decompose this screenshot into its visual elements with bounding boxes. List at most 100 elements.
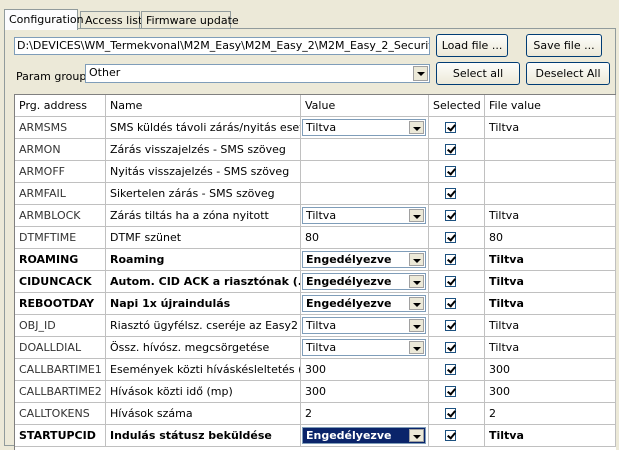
table-row[interactable]: ARMFAIL Sikertelen zárás - SMS szöveg <box>15 183 616 205</box>
table-row[interactable]: CIDUNCACK Autom. CID ACK a riasztónak (..… <box>15 271 616 293</box>
value-select[interactable]: Engedélyezve <box>302 273 426 290</box>
chevron-down-icon[interactable] <box>409 275 424 288</box>
value-select[interactable]: Tiltva <box>302 119 426 136</box>
cell-value[interactable]: Engedélyezve <box>301 249 429 271</box>
cell-selected <box>429 183 485 205</box>
table-row[interactable]: DOALLDIAL Össz. hívósz. megcsörgetése Tilt… <box>15 337 616 359</box>
chevron-down-icon[interactable] <box>409 429 424 442</box>
cell-file-value: Tiltva <box>485 117 616 139</box>
selected-checkbox[interactable] <box>445 210 456 221</box>
selected-checkbox[interactable] <box>445 364 456 375</box>
cell-prg-address: CALLBARTIME2 <box>15 381 106 403</box>
cell-prg-address: STARTUPCID <box>15 425 106 447</box>
table-row[interactable]: ARMOFF Nyitás visszajelzés - SMS szöveg <box>15 161 616 183</box>
deselect-all-button[interactable]: Deselect All <box>526 62 610 85</box>
cell-value[interactable]: 80 <box>301 227 429 249</box>
cell-value[interactable] <box>301 183 429 205</box>
cell-prg-address: ROAMING <box>15 249 106 271</box>
value-text: Engedélyezve <box>306 429 392 442</box>
cell-selected <box>429 403 485 425</box>
chevron-down-icon[interactable] <box>413 66 428 81</box>
tab-firmware-update[interactable]: Firmware update <box>141 11 239 28</box>
chevron-down-icon[interactable] <box>409 253 424 266</box>
selected-checkbox[interactable] <box>445 232 456 243</box>
load-file-button[interactable]: Load file ... <box>436 34 508 57</box>
value-text: Tiltva <box>306 319 337 332</box>
select-all-button[interactable]: Select all <box>436 62 520 85</box>
cell-value[interactable] <box>301 139 429 161</box>
selected-checkbox[interactable] <box>445 430 456 441</box>
chevron-down-icon[interactable] <box>409 121 424 134</box>
selected-checkbox[interactable] <box>445 144 456 155</box>
value-select[interactable]: Tiltva <box>302 339 426 356</box>
cell-value[interactable]: Tiltva <box>301 337 429 359</box>
selected-checkbox[interactable] <box>445 166 456 177</box>
chevron-down-icon[interactable] <box>409 209 424 222</box>
table-row[interactable]: CALLBARTIME1 Események közti híváskéslelt… <box>15 359 616 381</box>
header-file-value[interactable]: File value <box>485 95 616 117</box>
cell-prg-address: DTMFTIME <box>15 227 106 249</box>
cell-value[interactable]: 300 <box>301 381 429 403</box>
selected-checkbox[interactable] <box>445 188 456 199</box>
cell-name: Riasztó ügyfélsz. cseréje az Easy2 ü... <box>106 315 301 337</box>
cell-prg-address: ARMBLOCK <box>15 205 106 227</box>
selected-checkbox[interactable] <box>445 298 456 309</box>
value-text: Tiltva <box>306 121 337 134</box>
cell-name: Zárás visszajelzés - SMS szöveg <box>106 139 301 161</box>
header-prg-address[interactable]: Prg. address <box>15 95 106 117</box>
table-row[interactable]: CALLTOKENS Hívások száma 2 2 <box>15 403 616 425</box>
cell-value[interactable]: Tiltva <box>301 205 429 227</box>
table-row[interactable]: STARTUPCID Indulás státusz beküldése Enged… <box>15 425 616 447</box>
selected-checkbox[interactable] <box>445 342 456 353</box>
table-row[interactable]: REBOOTDAY Napi 1x újraindulás Engedélyezve… <box>15 293 616 315</box>
selected-checkbox[interactable] <box>445 320 456 331</box>
cell-name: Össz. hívósz. megcsörgetése <box>106 337 301 359</box>
table-row[interactable]: ARMSMS SMS küldés távoli zárás/nyitás ese… <box>15 117 616 139</box>
cell-value[interactable]: Engedélyezve <box>301 293 429 315</box>
cell-value[interactable]: Tiltva <box>301 315 429 337</box>
selected-checkbox[interactable] <box>445 276 456 287</box>
selected-checkbox[interactable] <box>445 122 456 133</box>
value-select[interactable]: Engedélyezve <box>302 427 426 444</box>
value-select[interactable]: Tiltva <box>302 207 426 224</box>
cell-prg-address: ARMOFF <box>15 161 106 183</box>
cell-file-value: Tiltva <box>485 249 616 271</box>
value-select[interactable]: Engedélyezve <box>302 251 426 268</box>
selected-checkbox[interactable] <box>445 254 456 265</box>
table-row[interactable]: CALLBARTIME2 Hívások közti idő (mp) 300 300 <box>15 381 616 403</box>
cell-value[interactable]: Engedélyezve <box>301 271 429 293</box>
value-select[interactable]: Tiltva <box>302 317 426 334</box>
cell-file-value <box>485 139 616 161</box>
cell-name: Sikertelen zárás - SMS szöveg <box>106 183 301 205</box>
cell-value[interactable] <box>301 161 429 183</box>
table-row[interactable]: DTMFTIME DTMF szünet 80 80 <box>15 227 616 249</box>
cell-selected <box>429 227 485 249</box>
chevron-down-icon[interactable] <box>409 341 424 354</box>
chevron-down-icon[interactable] <box>409 319 424 332</box>
cell-file-value <box>485 161 616 183</box>
cell-prg-address: CIDUNCACK <box>15 271 106 293</box>
cell-name: Nyitás visszajelzés - SMS szöveg <box>106 161 301 183</box>
cell-name: Napi 1x újraindulás <box>106 293 301 315</box>
file-path-field[interactable]: D:\DEVICES\WM_Termekvonal\M2M_Easy\M2M_E… <box>14 37 430 55</box>
value-select[interactable]: Engedélyezve <box>302 295 426 312</box>
cell-value[interactable]: Engedélyezve <box>301 425 429 447</box>
selected-checkbox[interactable] <box>445 408 456 419</box>
cell-value[interactable]: 2 <box>301 403 429 425</box>
header-value[interactable]: Value <box>301 95 429 117</box>
table-row[interactable]: OBJ_ID Riasztó ügyfélsz. cseréje az Easy2… <box>15 315 616 337</box>
table-row[interactable]: ROAMING Roaming Engedélyezve Tiltva <box>15 249 616 271</box>
param-group-select[interactable]: Other <box>85 64 430 83</box>
header-name[interactable]: Name <box>106 95 301 117</box>
selected-checkbox[interactable] <box>445 386 456 397</box>
chevron-down-icon[interactable] <box>409 297 424 310</box>
header-selected[interactable]: Selected <box>429 95 485 117</box>
save-file-button[interactable]: Save file ... <box>526 34 602 57</box>
tab-configuration[interactable]: Configuration <box>4 9 84 30</box>
parameter-table[interactable]: Prg. address Name Value Selected File va… <box>14 94 616 450</box>
tab-access-list[interactable]: Access list <box>80 11 142 28</box>
cell-value[interactable]: Tiltva <box>301 117 429 139</box>
table-row[interactable]: ARMBLOCK Zárás tiltás ha a zóna nyitott Ti… <box>15 205 616 227</box>
table-row[interactable]: ARMON Zárás visszajelzés - SMS szöveg <box>15 139 616 161</box>
cell-value[interactable]: 300 <box>301 359 429 381</box>
